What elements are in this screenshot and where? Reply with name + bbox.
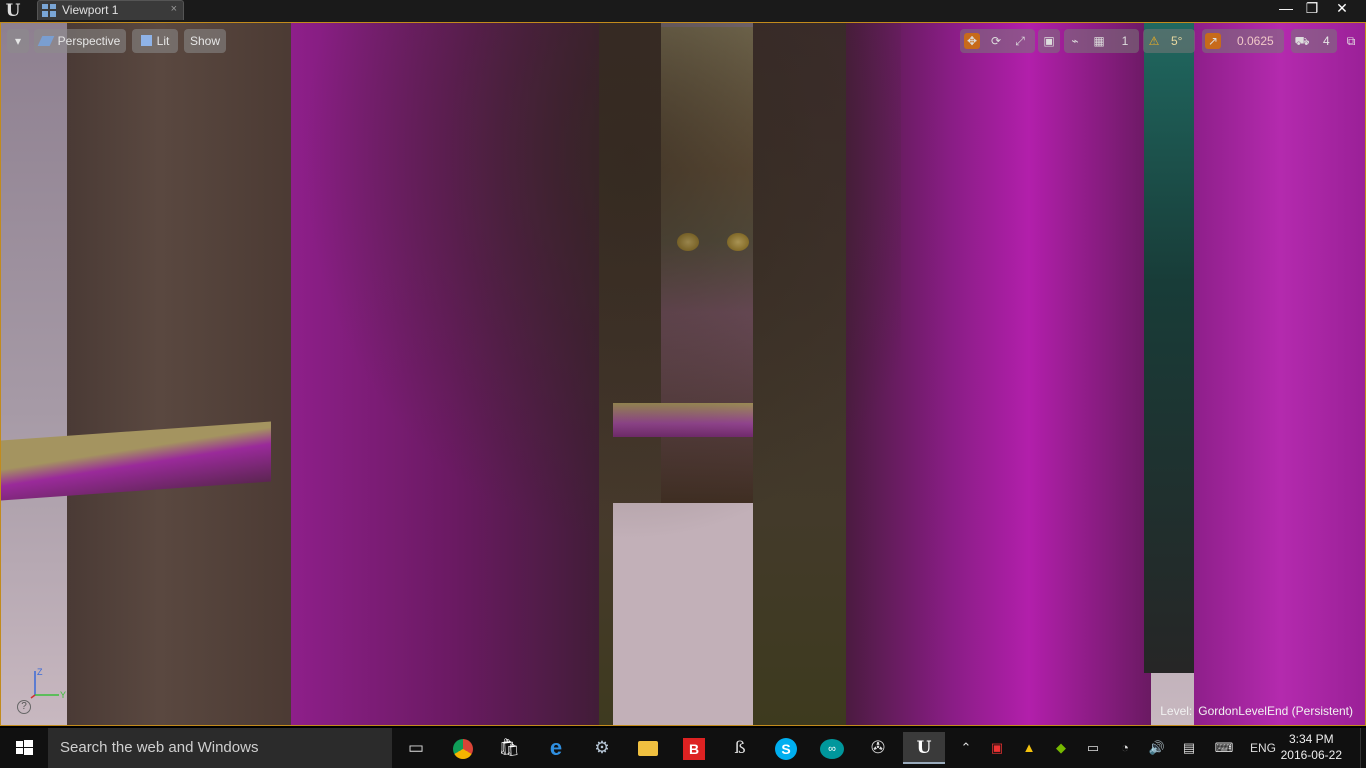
grid-snap-icon[interactable]: ▦ bbox=[1091, 33, 1107, 49]
perspective-button[interactable]: Perspective bbox=[34, 29, 126, 53]
action-center-icon[interactable]: ▤ bbox=[1178, 738, 1200, 758]
wifi-icon[interactable]: ◔ bbox=[1114, 738, 1136, 758]
windows-taskbar: Search the web and Windows ▭ 🛍 e ⚙ B ß S… bbox=[0, 728, 1366, 768]
perspective-icon bbox=[37, 36, 54, 46]
chrome-icon[interactable] bbox=[443, 732, 483, 764]
maximize-viewport-button[interactable]: ⧉ bbox=[1342, 29, 1360, 53]
rotation-snap-icon[interactable]: ⚠ bbox=[1146, 33, 1162, 49]
viewport-options-button[interactable]: ▾ bbox=[7, 29, 29, 53]
tab-label: Viewport 1 bbox=[62, 3, 119, 17]
coordinate-system-group: ▣ bbox=[1038, 29, 1060, 53]
grid-snap-group: ⌁ ▦ 1 bbox=[1064, 29, 1139, 53]
camera-speed-value[interactable]: 4 bbox=[1323, 29, 1330, 53]
task-view-icon[interactable]: ▭ bbox=[396, 732, 436, 764]
camera-speed-group: ⛟ 4 bbox=[1291, 29, 1337, 53]
clock-date: 2016-06-22 bbox=[1280, 748, 1342, 762]
unreal-logo-icon[interactable]: U bbox=[2, 1, 24, 21]
scale-snap-group: ↗ 0.0625 bbox=[1202, 29, 1284, 53]
magenta-pillar-far-right bbox=[1194, 23, 1365, 725]
obs-icon[interactable]: ✇ bbox=[858, 732, 898, 764]
windows-start-icon[interactable] bbox=[0, 728, 48, 768]
show-flags-button[interactable]: Show bbox=[184, 29, 226, 53]
clock-time: 3:34 PM bbox=[1288, 732, 1334, 746]
tray-app-red-icon[interactable]: ▣ bbox=[986, 738, 1008, 758]
b3-app-icon[interactable]: ß bbox=[720, 732, 760, 764]
close-window-button[interactable]: ✕ bbox=[1328, 0, 1356, 16]
input-language[interactable]: ENG bbox=[1246, 738, 1280, 758]
surface-snap-icon[interactable]: ⌁ bbox=[1067, 33, 1083, 49]
current-level-label: Level: GordonLevelEnd (Persistent) bbox=[1160, 704, 1353, 718]
skype-icon[interactable]: S bbox=[766, 732, 806, 764]
search-placeholder: Search the web and Windows bbox=[60, 739, 259, 756]
minimize-button[interactable]: — bbox=[1272, 0, 1300, 16]
transform-tools-group: ✥ ⟳ ⤢ bbox=[960, 29, 1035, 53]
google-drive-icon[interactable]: ▲ bbox=[1018, 738, 1040, 758]
rotate-tool-icon[interactable]: ⟳ bbox=[988, 33, 1004, 49]
show-desktop-button[interactable] bbox=[1360, 728, 1366, 768]
left-wooden-pillar bbox=[67, 23, 297, 725]
volume-icon[interactable]: 🔊 bbox=[1146, 738, 1168, 758]
scale-tool-icon[interactable]: ⤢ bbox=[1012, 33, 1028, 49]
nvidia-icon[interactable]: ◆ bbox=[1050, 738, 1072, 758]
camera-speed-icon[interactable]: ⛟ bbox=[1294, 33, 1310, 49]
scale-snap-value[interactable]: 0.0625 bbox=[1237, 29, 1274, 53]
translate-tool-icon[interactable]: ✥ bbox=[964, 33, 980, 49]
lit-cube-icon bbox=[140, 35, 152, 46]
system-clock[interactable]: 3:34 PM 2016-06-22 bbox=[1281, 731, 1342, 763]
close-tab-icon[interactable]: × bbox=[171, 3, 177, 15]
battery-icon[interactable]: ▭ bbox=[1082, 738, 1104, 758]
taskbar-search-box[interactable]: Search the web and Windows bbox=[48, 728, 392, 768]
help-icon[interactable]: ? bbox=[17, 700, 31, 714]
file-explorer-icon[interactable] bbox=[628, 732, 668, 764]
level-key: Level: bbox=[1160, 704, 1193, 718]
maximize-button[interactable]: ❐ bbox=[1298, 0, 1326, 16]
rotation-snap-value[interactable]: 5° bbox=[1171, 29, 1182, 53]
level-viewport[interactable]: ▾ Perspective Lit Show ✥ ⟳ ⤢ ▣ ⌁ ▦ 1 ⚠ 5… bbox=[0, 22, 1366, 726]
axis-y-label: Y bbox=[60, 690, 66, 700]
grid-snap-value[interactable]: 1 bbox=[1117, 33, 1133, 49]
arduino-icon[interactable]: ∞ bbox=[812, 732, 852, 764]
axis-z-label: Z bbox=[37, 667, 43, 677]
smoke-haze bbox=[301, 23, 901, 543]
world-local-icon[interactable]: ▣ bbox=[1041, 33, 1057, 49]
edge-icon[interactable]: e bbox=[536, 732, 576, 764]
store-icon[interactable]: 🛍 bbox=[489, 732, 529, 764]
scale-snap-icon[interactable]: ↗ bbox=[1205, 33, 1221, 49]
b-app-icon[interactable]: B bbox=[674, 732, 714, 764]
title-bar: U Viewport 1 × — ❐ ✕ bbox=[0, 0, 1366, 22]
lit-view-mode-button[interactable]: Lit bbox=[132, 29, 178, 53]
perspective-label: Perspective bbox=[57, 34, 121, 48]
tab-viewport-1[interactable]: Viewport 1 × bbox=[37, 0, 184, 20]
show-hidden-icons-chevron-icon[interactable]: ⌃ bbox=[956, 738, 976, 758]
rotation-snap-group: ⚠ 5° bbox=[1143, 29, 1195, 53]
touch-keyboard-icon[interactable]: ⌨ bbox=[1210, 738, 1238, 758]
viewport-icon bbox=[42, 4, 56, 17]
level-name: GordonLevelEnd (Persistent) bbox=[1198, 704, 1353, 718]
lit-label: Lit bbox=[156, 34, 170, 48]
axis-gizmo: Z Y bbox=[30, 667, 66, 700]
unreal-engine-taskbar-icon[interactable]: U bbox=[903, 732, 945, 764]
steam-icon[interactable]: ⚙ bbox=[582, 732, 622, 764]
teal-brick-wall bbox=[1144, 23, 1199, 673]
